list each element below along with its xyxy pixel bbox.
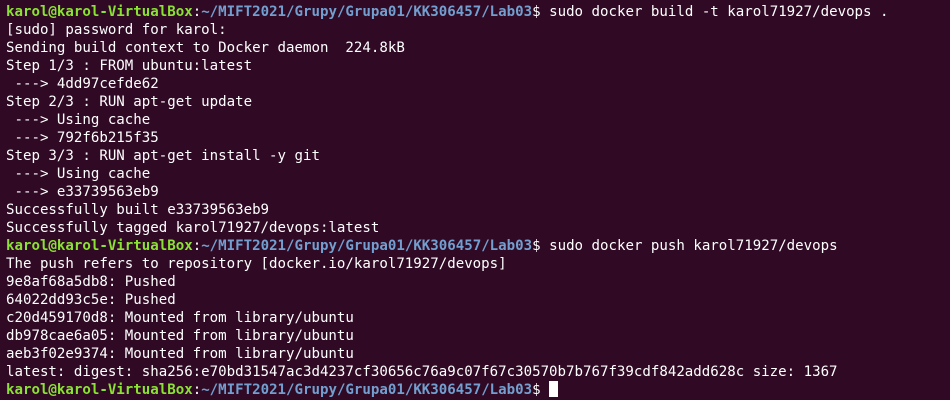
output-line: Step 2/3 : RUN apt-get update	[6, 94, 253, 110]
output-line: Successfully tagged karol71927/devops:la…	[6, 220, 380, 236]
command-text: sudo docker push karol71927/devops	[549, 238, 838, 254]
prompt-path: ~/MIFT2021/Grupy/Grupa01/KK306457/Lab03	[201, 382, 533, 398]
prompt-user-host: karol@karol-VirtualBox	[6, 238, 193, 254]
prompt-symbol: $	[532, 4, 550, 20]
output-line: Successfully built e33739563eb9	[6, 202, 270, 218]
prompt-separator: :	[192, 382, 202, 398]
prompt-line: karol@karol-VirtualBox:~/MIFT2021/Grupy/…	[6, 3, 950, 21]
prompt-separator: :	[192, 4, 202, 20]
scrolled-line-fragment: ▔	[6, 2, 950, 3]
output-line: The push refers to repository [docker.io…	[6, 256, 507, 272]
output-line: c20d459170d8: Mounted from library/ubunt…	[6, 310, 354, 326]
output-line: ---> 792f6b215f35	[6, 130, 159, 146]
terminal-window[interactable]: ▔ karol@karol-VirtualBox:~/MIFT2021/Grup…	[0, 0, 950, 400]
output-line: Sending build context to Docker daemon 2…	[6, 40, 405, 56]
output-line: Step 1/3 : FROM ubuntu:latest	[6, 58, 253, 74]
active-prompt-line[interactable]: karol@karol-VirtualBox:~/MIFT2021/Grupy/…	[6, 381, 950, 399]
output-line: ---> Using cache	[6, 166, 151, 182]
prompt-symbol: $	[532, 382, 550, 398]
output-line: ---> 4dd97cefde62	[6, 76, 159, 92]
prompt-user-host: karol@karol-VirtualBox	[6, 4, 193, 20]
prompt-line: karol@karol-VirtualBox:~/MIFT2021/Grupy/…	[6, 237, 950, 255]
output-line: 9e8af68a5db8: Pushed	[6, 274, 176, 290]
output-line: ---> Using cache	[6, 112, 151, 128]
output-line: aeb3f02e9374: Mounted from library/ubunt…	[6, 346, 354, 362]
output-line: ---> e33739563eb9	[6, 184, 159, 200]
output-line: db978cae6a05: Mounted from library/ubunt…	[6, 328, 354, 344]
prompt-path: ~/MIFT2021/Grupy/Grupa01/KK306457/Lab03	[201, 4, 533, 20]
prompt-user-host: karol@karol-VirtualBox	[6, 382, 193, 398]
prompt-path: ~/MIFT2021/Grupy/Grupa01/KK306457/Lab03	[201, 238, 533, 254]
output-line: latest: digest: sha256:e70bd31547ac3d423…	[6, 364, 838, 380]
text-cursor[interactable]	[549, 381, 559, 397]
prompt-separator: :	[192, 238, 202, 254]
output-line: Step 3/3 : RUN apt-get install -y git	[6, 148, 320, 164]
output-line: [sudo] password for karol:	[6, 22, 227, 38]
output-line: 64022dd93c5e: Pushed	[6, 292, 176, 308]
prompt-symbol: $	[532, 238, 550, 254]
command-text: sudo docker build -t karol71927/devops .	[549, 4, 889, 20]
